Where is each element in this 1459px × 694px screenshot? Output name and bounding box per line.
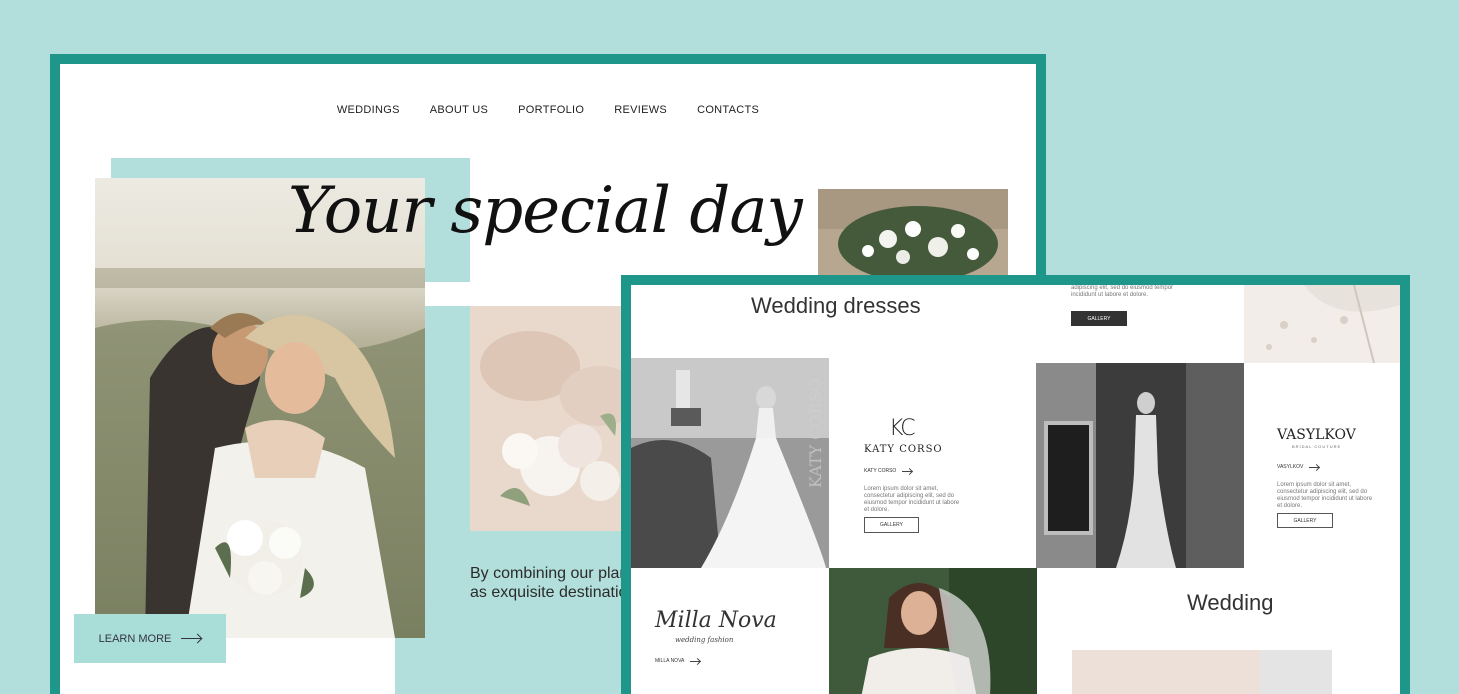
wedding-image-block	[1072, 650, 1260, 694]
mermaid-dress-photo	[1036, 363, 1244, 568]
lace-dress-photo	[1244, 285, 1400, 363]
nav-weddings[interactable]: WEDDINGS	[337, 104, 400, 116]
arrow-right-icon	[902, 470, 913, 472]
katy-corso-card: KC KATY CORSO KATY CORSO Lorem ipsum dol…	[829, 358, 1036, 568]
vasylkov-gallery-label: GALLERY	[1293, 517, 1317, 524]
vasylkov-logo-name: VASYLKOV	[1277, 427, 1356, 443]
front-page: Wedding dresses adipiscing elit, sed do …	[631, 285, 1400, 694]
arrow-right-icon	[1309, 466, 1320, 468]
wedding-texture-block	[1260, 650, 1332, 694]
milla-nova-link-label: MILLA NOVA	[655, 658, 685, 664]
milla-nova-link[interactable]: MILLA NOVA	[655, 658, 701, 664]
nav-contacts[interactable]: CONTACTS	[697, 104, 759, 116]
flowers-photo	[470, 306, 630, 531]
bouquet-photo	[818, 189, 1008, 287]
wedding-dresses-title: Wedding dresses	[751, 293, 921, 318]
lighthouse-bride-photo: KATY CORSO	[631, 358, 829, 568]
katy-corso-gallery-label: GALLERY	[880, 522, 903, 528]
milla-nova-logo-name: Milla Nova	[655, 608, 777, 633]
katy-corso-link[interactable]: KATY CORSO	[864, 468, 913, 474]
top-gallery-label: GALLERY	[1087, 315, 1111, 322]
milla-nova-logo-sub: wedding fashion	[675, 636, 734, 644]
vasylkov-text: Lorem ipsum dolor sit amet, consectetur …	[1277, 482, 1373, 509]
wedding-section-title: Wedding	[1187, 590, 1274, 615]
front-page-frame: Wedding dresses adipiscing elit, sed do …	[621, 275, 1410, 694]
katy-watermark: KATY CORSO	[806, 378, 825, 488]
katy-corso-monogram: KC	[889, 416, 916, 441]
katy-corso-logo-name: KATY CORSO	[864, 444, 943, 455]
main-nav: WEDDINGS ABOUT US PORTFOLIO REVIEWS CONT…	[60, 104, 1036, 116]
vasylkov-gallery-button[interactable]: GALLERY	[1277, 513, 1333, 528]
vasylkov-logo-sub: BRIDAL COUTURE	[1292, 444, 1342, 449]
learn-more-label: LEARN MORE	[98, 632, 172, 645]
top-gallery-button[interactable]: GALLERY	[1071, 311, 1127, 326]
bride-veil-photo	[829, 568, 1037, 694]
vasylkov-card: VASYLKOV BRIDAL COUTURE VASYLKOV Lorem i…	[1244, 363, 1400, 568]
milla-nova-card: Milla Nova wedding fashion MILLA NOVA	[631, 568, 829, 694]
nav-portfolio[interactable]: PORTFOLIO	[518, 104, 584, 116]
arrow-right-icon	[181, 638, 202, 639]
katy-corso-text: Lorem ipsum dolor sit amet, consectetur …	[864, 486, 960, 513]
nav-reviews[interactable]: REVIEWS	[614, 104, 667, 116]
top-lorem-text: adipiscing elit, sed do eiusmod tempor i…	[1071, 285, 1174, 298]
vasylkov-link-label: VASYLKOV	[1277, 464, 1304, 470]
nav-about-us[interactable]: ABOUT US	[430, 104, 488, 116]
arrow-right-icon	[690, 660, 701, 662]
katy-corso-gallery-button[interactable]: GALLERY	[864, 517, 919, 533]
katy-corso-link-label: KATY CORSO	[864, 468, 897, 474]
vasylkov-link[interactable]: VASYLKOV	[1277, 464, 1320, 470]
learn-more-button[interactable]: LEARN MORE	[74, 614, 226, 663]
hero-title: Your special day	[288, 174, 803, 248]
